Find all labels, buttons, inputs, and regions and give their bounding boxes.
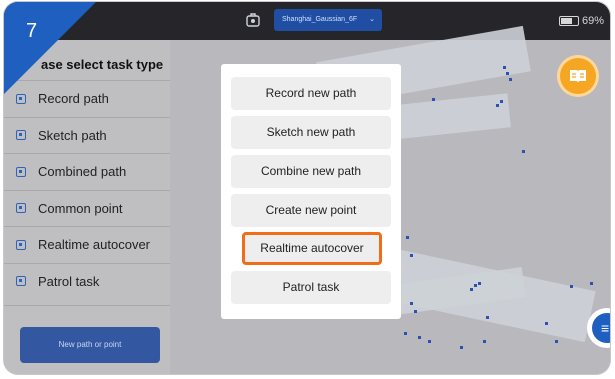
map-obstacle-point (590, 282, 593, 285)
map-obstacle-point (404, 332, 407, 335)
map-name: Shanghai_Gaussian_6F (282, 16, 358, 23)
sidebar-item-common-point[interactable]: Common point (4, 189, 170, 227)
task-icon (16, 276, 26, 287)
task-type-list: Record path Sketch path Combined path Co… (4, 80, 170, 299)
task-icon (16, 166, 26, 177)
map-obstacle-point (496, 104, 499, 107)
map-obstacle-point (474, 284, 477, 287)
map-obstacle-point (506, 72, 509, 75)
map-obstacle-point (432, 98, 435, 101)
map-obstacle-point (486, 316, 489, 319)
sidebar-item-patrol-task[interactable]: Patrol task (4, 262, 170, 300)
record-new-path-button[interactable]: Record new path (231, 77, 391, 110)
map-obstacle-point (500, 100, 503, 103)
sidebar-item-label: Common point (38, 200, 123, 216)
patrol-task-button[interactable]: Patrol task (231, 271, 391, 304)
map-obstacle-point (410, 302, 413, 305)
map-obstacle-point (478, 282, 481, 285)
map-obstacle-point (414, 310, 417, 313)
new-task-dialog: Record new path Sketch new path Combine … (221, 64, 401, 319)
new-path-or-point-button[interactable]: New path or point (20, 327, 160, 363)
sidebar-item-label: Combined path (38, 164, 127, 180)
step-number: 7 (26, 20, 38, 42)
map-obstacle-point (522, 150, 525, 153)
map-obstacle-point (555, 340, 558, 343)
map-obstacle-point (503, 66, 506, 69)
battery-icon (558, 16, 579, 26)
sketch-new-path-button[interactable]: Sketch new path (231, 116, 391, 149)
battery-indicator: 69% (558, 14, 604, 28)
map-obstacle-point (418, 336, 421, 339)
sidebar-item-label: Patrol task (38, 273, 100, 289)
map-obstacle-point (428, 340, 431, 343)
map-selector[interactable]: Shanghai_Gaussian_6F ⌄ (274, 9, 382, 31)
chevron-down-icon: ⌄ (369, 16, 375, 23)
map-obstacle-point (570, 285, 573, 288)
map-obstacle-point (460, 346, 463, 349)
task-icon (16, 93, 26, 104)
robot-map-icon[interactable] (245, 12, 261, 28)
combine-new-path-button[interactable]: Combine new path (231, 155, 391, 188)
sidebar-footer: New path or point (4, 305, 170, 374)
map-obstacle-point (406, 236, 409, 239)
guide-button[interactable] (560, 58, 596, 94)
map-obstacle-point (545, 322, 548, 325)
step-badge (4, 2, 96, 94)
task-icon (16, 130, 26, 141)
sidebar-item-sketch-path[interactable]: Sketch path (4, 116, 170, 154)
sidebar-item-label: Sketch path (38, 127, 107, 143)
create-new-point-button[interactable]: Create new point (231, 194, 391, 227)
app-window: Shanghai_Gaussian_6F ⌄ 69% 7 ase select … (4, 2, 610, 374)
task-icon (16, 203, 26, 214)
map-obstacle-point (509, 78, 512, 81)
task-icon (16, 239, 26, 250)
realtime-autocover-button[interactable]: Realtime autocover (242, 232, 382, 265)
book-icon (570, 70, 586, 83)
sidebar-item-label: Realtime autocover (38, 237, 150, 253)
map-obstacle-point (483, 340, 486, 343)
sidebar-item-combined-path[interactable]: Combined path (4, 153, 170, 190)
battery-percent: 69% (581, 15, 604, 27)
menu-icon: ≡ (592, 313, 610, 343)
sidebar-item-realtime-autocover[interactable]: Realtime autocover (4, 226, 170, 263)
map-obstacle-point (470, 288, 473, 291)
map-obstacle-point (410, 254, 413, 257)
